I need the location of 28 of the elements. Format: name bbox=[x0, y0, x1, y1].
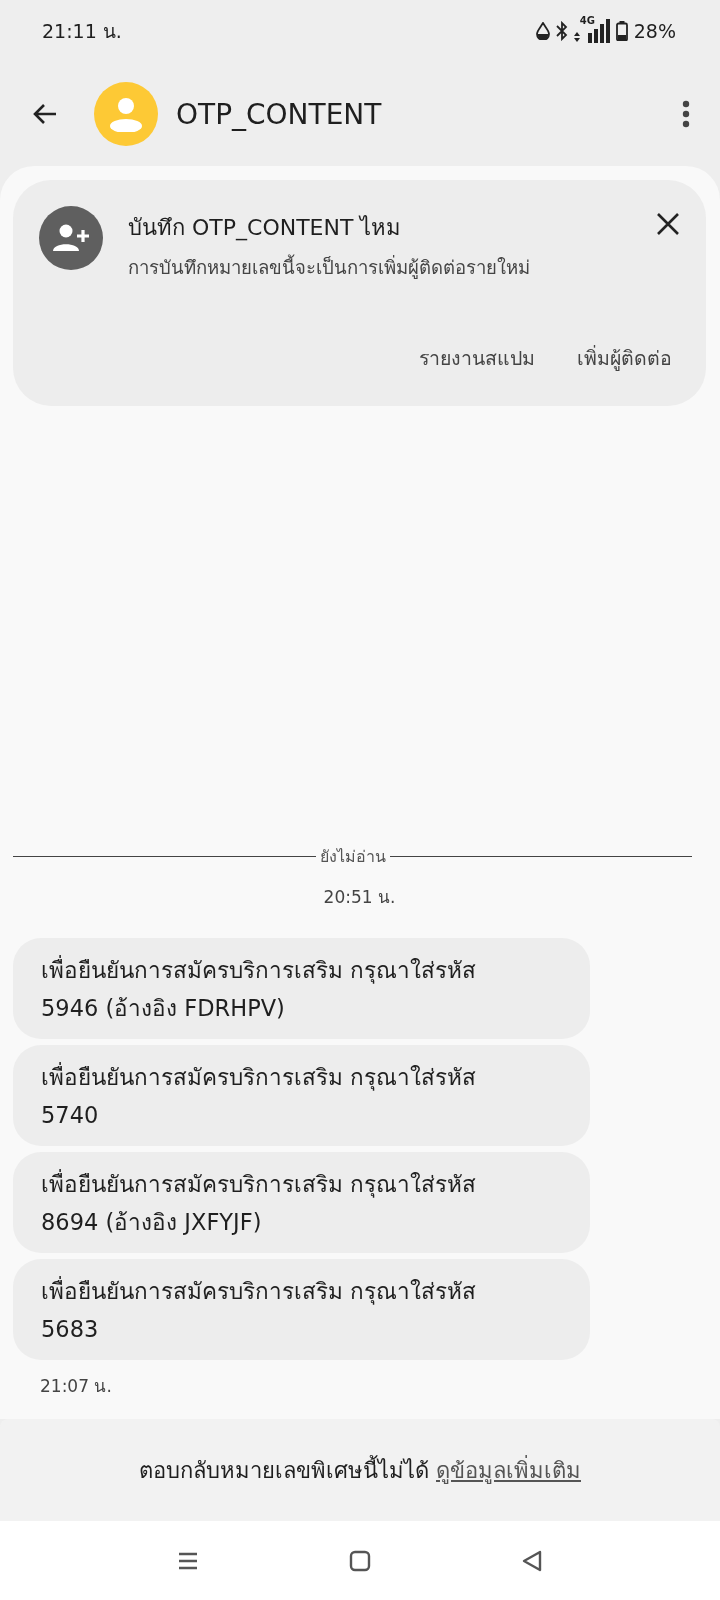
message-bubble[interactable]: เพื่อยืนยันการสมัครบริการเสริม กรุณาใส่รหัส 5740 bbox=[13, 1045, 590, 1146]
save-contact-subtitle: การบันทึกหมายเลขนี้จะเป็นการเพิ่มผู้ติดต่อรายใหม่ bbox=[128, 253, 630, 282]
message-timestamp: 21:07 น. bbox=[40, 1375, 113, 1398]
contact-name: OTP_CONTENT bbox=[176, 97, 383, 131]
report-spam-button[interactable]: รายงานสแปม bbox=[411, 337, 543, 380]
network-type: 4G bbox=[579, 15, 595, 26]
message-bubble[interactable]: เพื่อยืนยันการสมัครบริการเสริม กรุณาใส่รหัส 8694 (อ้างอิง JXFYJF) bbox=[13, 1152, 590, 1253]
add-person-icon bbox=[52, 224, 90, 252]
close-button[interactable] bbox=[656, 212, 680, 236]
save-contact-title: บันทึก OTP_CONTENT ไหม bbox=[128, 214, 403, 243]
learn-more-link[interactable]: ดูข้อมูลเพิ่มเติม bbox=[436, 1457, 581, 1483]
add-contact-button[interactable]: เพิ่มผู้ติดต่อ bbox=[569, 337, 680, 380]
water-drop-icon bbox=[535, 22, 550, 40]
person-icon bbox=[109, 96, 143, 132]
home-button[interactable] bbox=[349, 1549, 371, 1572]
reply-notice: ตอบกลับหมายเลขพิเศษนี้ไม่ได้ ดูข้อมูลเพิ่มเติม bbox=[139, 1454, 581, 1486]
recent-apps-button[interactable] bbox=[177, 1550, 199, 1571]
unread-divider-label: ยังไม่อ่าน bbox=[319, 846, 386, 868]
battery-icon bbox=[615, 21, 628, 41]
bluetooth-icon bbox=[555, 21, 568, 41]
battery-percent: 28% bbox=[633, 20, 676, 42]
more-options-button[interactable] bbox=[682, 100, 690, 128]
message-bubble[interactable]: เพื่อยืนยันการสมัครบริการเสริม กรุณาใส่รหัส 5946 (อ้างอิง FDRHPV) bbox=[13, 938, 590, 1039]
message-timestamp: 20:51 น. bbox=[322, 886, 397, 909]
message-bubble[interactable]: เพื่อยืนยันการสมัครบริการเสริม กรุณาใส่รหัส 5683 bbox=[13, 1259, 590, 1360]
back-nav-button[interactable] bbox=[521, 1549, 543, 1572]
status-time: 21:11 น. bbox=[42, 19, 123, 44]
data-arrows-icon bbox=[573, 31, 580, 43]
